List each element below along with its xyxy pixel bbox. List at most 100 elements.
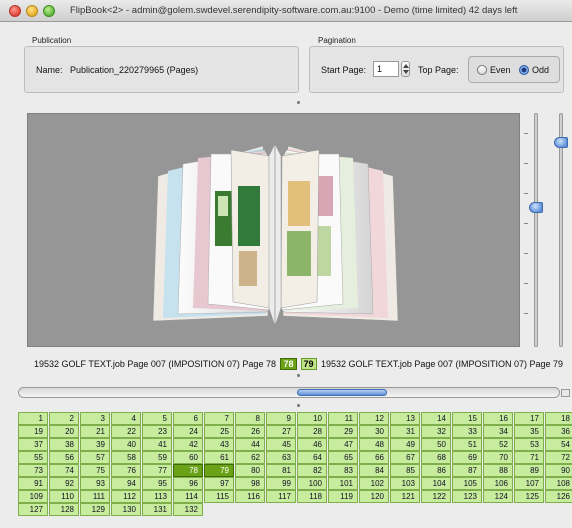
page-cell-86[interactable]: 86	[421, 464, 451, 477]
close-window-button[interactable]	[9, 5, 21, 17]
page-cell-30[interactable]: 30	[359, 425, 389, 438]
page-cell-73[interactable]: 73	[18, 464, 48, 477]
page-cell-76[interactable]: 76	[111, 464, 141, 477]
page-cell-14[interactable]: 14	[421, 412, 451, 425]
page-cell-83[interactable]: 83	[328, 464, 358, 477]
page-cell-70[interactable]: 70	[483, 451, 513, 464]
page-cell-113[interactable]: 113	[142, 490, 172, 503]
page-cell-105[interactable]: 105	[452, 477, 482, 490]
page-cell-91[interactable]: 91	[18, 477, 48, 490]
page-cell-111[interactable]: 111	[80, 490, 110, 503]
page-cell-15[interactable]: 15	[452, 412, 482, 425]
page-cell-17[interactable]: 17	[514, 412, 544, 425]
page-cell-82[interactable]: 82	[297, 464, 327, 477]
page-cell-51[interactable]: 51	[452, 438, 482, 451]
page-cell-57[interactable]: 57	[80, 451, 110, 464]
page-cell-49[interactable]: 49	[390, 438, 420, 451]
page-cell-115[interactable]: 115	[204, 490, 234, 503]
page-cell-74[interactable]: 74	[49, 464, 79, 477]
start-page-input[interactable]: 1	[373, 61, 399, 77]
zoom-slider-knob[interactable]	[529, 202, 543, 213]
page-cell-80[interactable]: 80	[235, 464, 265, 477]
page-cell-130[interactable]: 130	[111, 503, 141, 516]
page-cell-5[interactable]: 5	[142, 412, 172, 425]
page-cell-66[interactable]: 66	[359, 451, 389, 464]
page-cell-92[interactable]: 92	[49, 477, 79, 490]
page-cell-27[interactable]: 27	[266, 425, 296, 438]
page-cell-89[interactable]: 89	[514, 464, 544, 477]
page-scrollbar[interactable]	[18, 387, 560, 398]
page-cell-22[interactable]: 22	[111, 425, 141, 438]
page-cell-68[interactable]: 68	[421, 451, 451, 464]
page-cell-98[interactable]: 98	[235, 477, 265, 490]
page-cell-75[interactable]: 75	[80, 464, 110, 477]
page-cell-37[interactable]: 37	[18, 438, 48, 451]
page-cell-53[interactable]: 53	[514, 438, 544, 451]
page-cell-116[interactable]: 116	[235, 490, 265, 503]
page-cell-109[interactable]: 109	[18, 490, 48, 503]
page-cell-125[interactable]: 125	[514, 490, 544, 503]
page-cell-4[interactable]: 4	[111, 412, 141, 425]
page-cell-96[interactable]: 96	[173, 477, 203, 490]
page-cell-102[interactable]: 102	[359, 477, 389, 490]
page-cell-20[interactable]: 20	[49, 425, 79, 438]
page-cell-119[interactable]: 119	[328, 490, 358, 503]
page-cell-63[interactable]: 63	[266, 451, 296, 464]
page-cell-85[interactable]: 85	[390, 464, 420, 477]
page-cell-94[interactable]: 94	[111, 477, 141, 490]
page-cell-103[interactable]: 103	[390, 477, 420, 490]
page-cell-104[interactable]: 104	[421, 477, 451, 490]
tilt-slider[interactable]	[554, 113, 568, 347]
page-cell-58[interactable]: 58	[111, 451, 141, 464]
stepper-down-icon[interactable]	[403, 70, 409, 74]
page-cell-6[interactable]: 6	[173, 412, 203, 425]
splitter-handle[interactable]	[297, 101, 300, 104]
tilt-slider-knob[interactable]	[554, 137, 568, 148]
page-cell-38[interactable]: 38	[49, 438, 79, 451]
page-cell-55[interactable]: 55	[18, 451, 48, 464]
page-cell-72[interactable]: 72	[545, 451, 572, 464]
even-radio[interactable]	[477, 65, 487, 75]
even-radio-label[interactable]: Even	[490, 65, 511, 75]
page-cell-54[interactable]: 54	[545, 438, 572, 451]
page-cell-21[interactable]: 21	[80, 425, 110, 438]
page-cell-56[interactable]: 56	[49, 451, 79, 464]
page-cell-110[interactable]: 110	[49, 490, 79, 503]
page-cell-52[interactable]: 52	[483, 438, 513, 451]
page-cell-16[interactable]: 16	[483, 412, 513, 425]
flipbook-viewer[interactable]	[27, 113, 520, 347]
page-cell-69[interactable]: 69	[452, 451, 482, 464]
page-cell-127[interactable]: 127	[18, 503, 48, 516]
page-cell-45[interactable]: 45	[266, 438, 296, 451]
page-cell-90[interactable]: 90	[545, 464, 572, 477]
page-cell-31[interactable]: 31	[390, 425, 420, 438]
page-cell-124[interactable]: 124	[483, 490, 513, 503]
page-cell-61[interactable]: 61	[204, 451, 234, 464]
page-cell-78[interactable]: 78	[173, 464, 203, 477]
page-cell-117[interactable]: 117	[266, 490, 296, 503]
page-cell-10[interactable]: 10	[297, 412, 327, 425]
page-cell-36[interactable]: 36	[545, 425, 572, 438]
page-cell-39[interactable]: 39	[80, 438, 110, 451]
scroll-arrow-icon[interactable]	[561, 389, 570, 397]
page-cell-131[interactable]: 131	[142, 503, 172, 516]
page-cell-112[interactable]: 112	[111, 490, 141, 503]
page-cell-9[interactable]: 9	[266, 412, 296, 425]
start-page-stepper[interactable]	[401, 61, 410, 77]
page-cell-123[interactable]: 123	[452, 490, 482, 503]
page-cell-47[interactable]: 47	[328, 438, 358, 451]
page-cell-88[interactable]: 88	[483, 464, 513, 477]
page-cell-29[interactable]: 29	[328, 425, 358, 438]
page-cell-41[interactable]: 41	[142, 438, 172, 451]
page-cell-33[interactable]: 33	[452, 425, 482, 438]
page-cell-79[interactable]: 79	[204, 464, 234, 477]
page-cell-8[interactable]: 8	[235, 412, 265, 425]
zoom-window-button[interactable]	[43, 5, 55, 17]
odd-radio[interactable]	[519, 65, 529, 75]
page-cell-32[interactable]: 32	[421, 425, 451, 438]
page-cell-2[interactable]: 2	[49, 412, 79, 425]
page-cell-81[interactable]: 81	[266, 464, 296, 477]
page-cell-114[interactable]: 114	[173, 490, 203, 503]
page-cell-35[interactable]: 35	[514, 425, 544, 438]
page-cell-43[interactable]: 43	[204, 438, 234, 451]
